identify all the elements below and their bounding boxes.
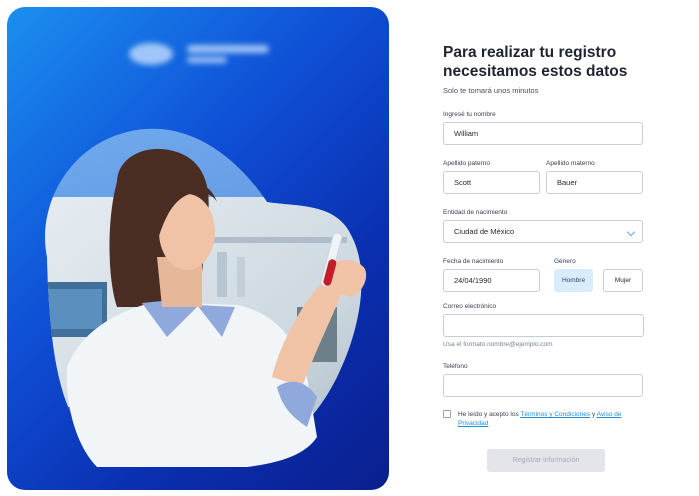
- birth-state-label: Entidad de nacimiento: [443, 209, 508, 216]
- page-title: Para realizar tu registro necesitamos es…: [443, 44, 628, 80]
- last-name-maternal-field[interactable]: Bauer: [546, 171, 643, 194]
- last-name-paternal-field[interactable]: Scott: [443, 171, 540, 194]
- email-field[interactable]: [443, 314, 644, 337]
- email-hint: Usa el formato nombre@ejemplo.com: [443, 341, 553, 348]
- hero-illustration: [45, 128, 367, 467]
- last-name-maternal-label: Apellido materno: [546, 160, 595, 167]
- phone-field[interactable]: [443, 374, 643, 397]
- page-subtitle: Solo te tomará unos minutos: [443, 86, 539, 95]
- terms-link[interactable]: Términos y Condiciones: [520, 411, 590, 418]
- birth-state-value: Ciudad de México: [454, 227, 515, 236]
- submit-button[interactable]: Registrar información: [487, 449, 605, 472]
- birth-date-value: 24/04/1990: [454, 276, 492, 285]
- birth-date-field[interactable]: 24/04/1990: [443, 269, 540, 292]
- hero-panel: [7, 7, 389, 490]
- last-name-paternal-value: Scott: [454, 178, 472, 187]
- first-name-field[interactable]: William: [443, 122, 643, 145]
- email-label: Correo electrónico: [443, 303, 497, 310]
- gender-label: Género: [554, 258, 576, 265]
- terms-prefix: He leído y acepto los: [458, 411, 521, 418]
- last-name-paternal-label: Apellido paterno: [443, 160, 490, 167]
- first-name-label: Ingresé tu nombre: [443, 111, 496, 118]
- terms-checkbox[interactable]: [443, 410, 451, 418]
- first-name-value: William: [454, 129, 479, 138]
- terms-text: He leído y acepto los Términos y Condici…: [458, 410, 648, 428]
- last-name-maternal-value: Bauer: [557, 178, 578, 187]
- chevron-down-icon: [626, 227, 636, 237]
- gender-option-male[interactable]: Hombre: [554, 269, 593, 292]
- birth-state-select[interactable]: Ciudad de México: [443, 220, 643, 243]
- phone-label: Teléfono: [443, 363, 468, 370]
- birth-date-label: Fecha de nacimiento: [443, 258, 504, 265]
- gender-option-female[interactable]: Mujer: [603, 269, 643, 292]
